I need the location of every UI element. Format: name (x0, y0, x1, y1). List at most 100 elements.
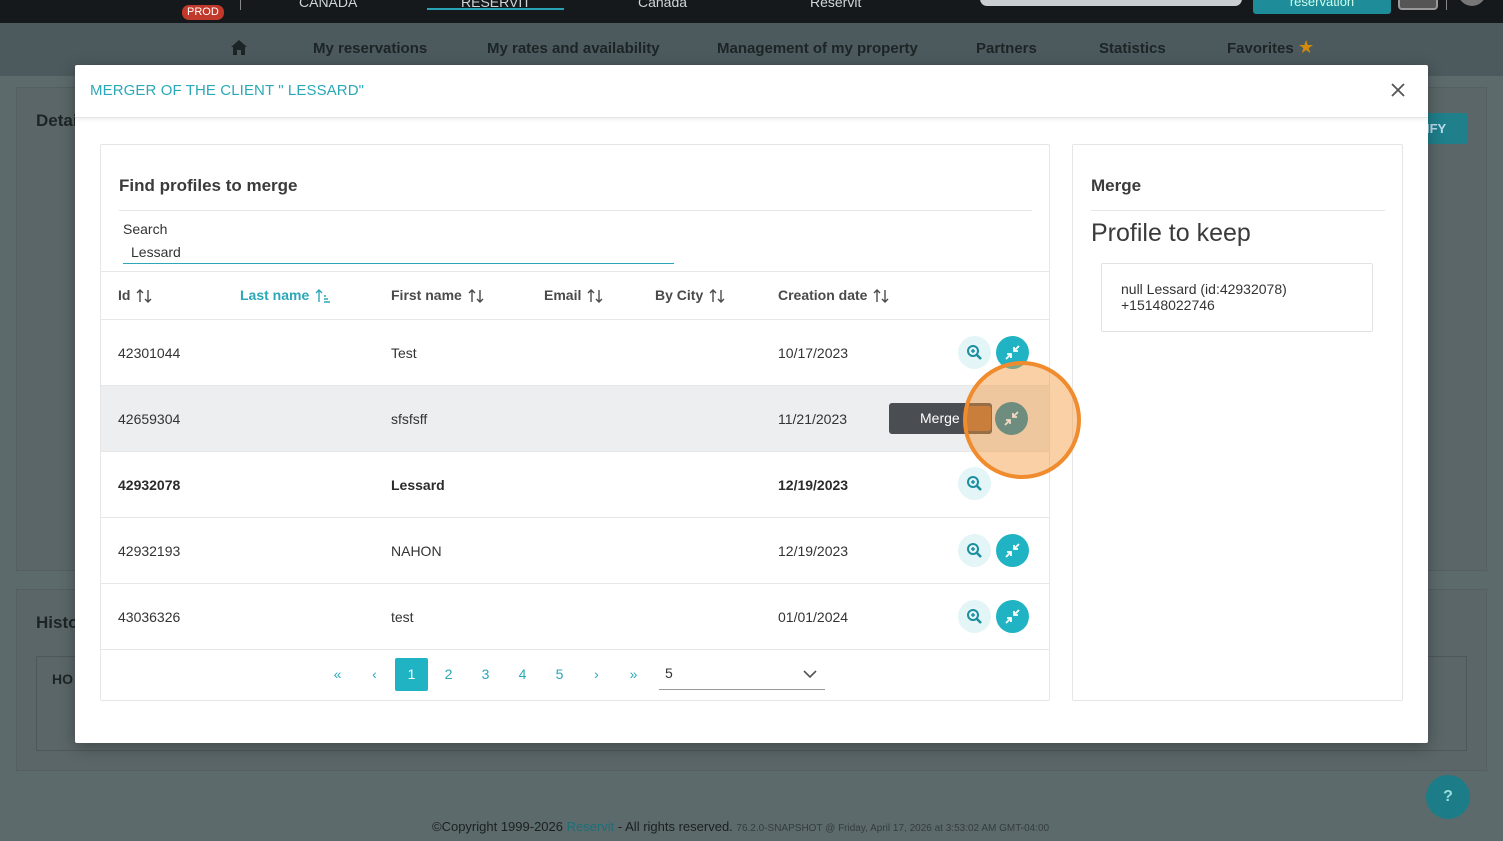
apps-button[interactable] (1398, 0, 1438, 10)
pager-page-5[interactable]: 5 (543, 658, 576, 691)
pager-first-button[interactable]: « (321, 658, 354, 691)
column-city-label: By City (655, 287, 704, 303)
column-id-label: Id (118, 287, 131, 303)
profile-to-keep-heading: Profile to keep (1091, 219, 1251, 247)
merge-profile-button[interactable] (996, 600, 1029, 633)
view-profile-button[interactable] (958, 336, 991, 369)
pager-prev-button[interactable]: ‹ (358, 658, 391, 691)
cell-creation-date: 11/21/2023 (778, 411, 848, 427)
arrows-merge-icon (1005, 543, 1020, 558)
nav-property-management[interactable]: Management of my property (717, 40, 918, 57)
cell-first-name: sfsfsff (391, 411, 428, 427)
table-row[interactable]: 42932078 Lessard 12/19/2023 (101, 452, 1049, 518)
column-city[interactable]: By City (655, 287, 725, 304)
sort-arrows-icon[interactable] (468, 288, 484, 304)
cell-first-name: NAHON (391, 543, 442, 559)
column-email-label: Email (544, 287, 582, 303)
arrows-merge-icon (1005, 609, 1020, 624)
new-reservation-button[interactable]: reservation (1253, 0, 1391, 14)
star-icon: ★ (1298, 37, 1315, 57)
divider (1091, 210, 1385, 211)
column-last-name-label: Last name (240, 287, 310, 303)
global-search-input[interactable] (980, 0, 1242, 6)
nav-my-reservations[interactable]: My reservations (313, 40, 427, 57)
cell-id: 42932193 (118, 543, 181, 559)
merge-profile-button[interactable] (996, 534, 1029, 567)
modal-header: MERGER OF THE CLIENT " LESSARD" (75, 65, 1428, 118)
table-row[interactable]: 42301044 Test 10/17/2023 (101, 320, 1049, 386)
column-creation-date-label: Creation date (778, 287, 868, 303)
cell-id: 43036326 (118, 609, 181, 625)
footer-version: 76.2.0-SNAPSHOT @ Friday, April 17, 2026… (736, 823, 1050, 834)
cell-id: 42659304 (118, 411, 181, 427)
footer: ©Copyright 1999-2026 Reservit - All righ… (432, 819, 1049, 834)
nav-favorites[interactable]: Favorites (1227, 40, 1294, 57)
profile-name-id: null Lessard (id:42932078) (1121, 281, 1287, 297)
table-row[interactable]: 42932193 NAHON 12/19/2023 (101, 518, 1049, 584)
magnifier-plus-icon (967, 609, 982, 624)
cell-first-name: Test (391, 345, 417, 361)
view-profile-button[interactable] (958, 467, 991, 500)
column-last-name[interactable]: Last name (240, 287, 331, 304)
table-header: Id Last name First name Email By City Cr… (101, 271, 1049, 320)
pager-last-button[interactable]: » (617, 658, 650, 691)
merge-panel-title: Merge (1091, 176, 1142, 195)
top-tab-brand[interactable]: Reservit (810, 0, 861, 10)
sort-arrows-icon[interactable] (873, 288, 889, 304)
pager-page-4[interactable]: 4 (506, 658, 539, 691)
cell-creation-date: 12/19/2023 (778, 477, 849, 493)
history-heading: Histo (36, 613, 79, 632)
sort-arrows-icon[interactable] (709, 288, 725, 304)
cell-creation-date: 12/19/2023 (778, 543, 849, 559)
profile-to-keep-card: null Lessard (id:42932078) +15148022746 (1101, 263, 1373, 332)
column-id[interactable]: Id (118, 287, 152, 304)
column-creation-date[interactable]: Creation date (778, 287, 889, 304)
help-button[interactable]: ? (1426, 775, 1470, 819)
top-tab-country[interactable]: Canada (638, 0, 687, 10)
arrows-merge-icon (1005, 345, 1020, 360)
profile-phone: +15148022746 (1121, 297, 1215, 313)
view-profile-button[interactable] (958, 600, 991, 633)
page-size-value: 5 (665, 665, 673, 681)
home-icon[interactable] (230, 39, 248, 57)
nav-partners[interactable]: Partners (976, 40, 1037, 57)
column-email[interactable]: Email (544, 287, 603, 304)
divider (119, 210, 1032, 211)
pager-page-2[interactable]: 2 (432, 658, 465, 691)
magnifier-plus-icon (967, 476, 982, 491)
user-avatar[interactable] (1458, 0, 1486, 6)
find-panel-title: Find profiles to merge (119, 176, 298, 195)
top-divider (240, 0, 241, 10)
top-divider (1446, 0, 1447, 10)
close-icon[interactable] (1387, 79, 1409, 101)
chevron-down-icon (803, 670, 817, 679)
details-heading: Detai (36, 111, 78, 130)
page-size-select[interactable]: 5 (659, 659, 825, 690)
pagination: « ‹ 1 2 3 4 5 › » 5 (101, 656, 1049, 702)
pager-page-1[interactable]: 1 (395, 658, 428, 691)
sort-arrows-icon[interactable] (136, 288, 152, 304)
merge-profile-button[interactable] (995, 402, 1028, 435)
nav-statistics[interactable]: Statistics (1099, 40, 1166, 57)
cell-first-name: Lessard (391, 477, 445, 493)
top-tab-canada[interactable]: CANADA (299, 0, 357, 10)
magnifier-plus-icon (967, 345, 982, 360)
sort-ascending-icon[interactable] (315, 288, 331, 304)
top-tab-active-indicator (427, 8, 564, 10)
cell-id: 42301044 (118, 345, 181, 361)
merge-client-modal: MERGER OF THE CLIENT " LESSARD" Find pro… (75, 65, 1428, 743)
search-input[interactable] (123, 240, 674, 264)
sort-arrows-icon[interactable] (587, 288, 603, 304)
view-profile-button[interactable] (958, 534, 991, 567)
footer-copyright: ©Copyright 1999-2026 (432, 819, 567, 834)
column-first-name-label: First name (391, 287, 462, 303)
merge-panel: Merge Profile to keep null Lessard (id:4… (1072, 144, 1403, 701)
pager-next-button[interactable]: › (580, 658, 613, 691)
column-first-name[interactable]: First name (391, 287, 484, 304)
search-label: Search (123, 221, 168, 237)
footer-brand-link[interactable]: Reservit (567, 819, 615, 834)
nav-rates-availability[interactable]: My rates and availability (487, 40, 660, 57)
table-row[interactable]: 43036326 test 01/01/2024 (101, 584, 1049, 650)
history-column-header: HO (52, 671, 73, 687)
pager-page-3[interactable]: 3 (469, 658, 502, 691)
